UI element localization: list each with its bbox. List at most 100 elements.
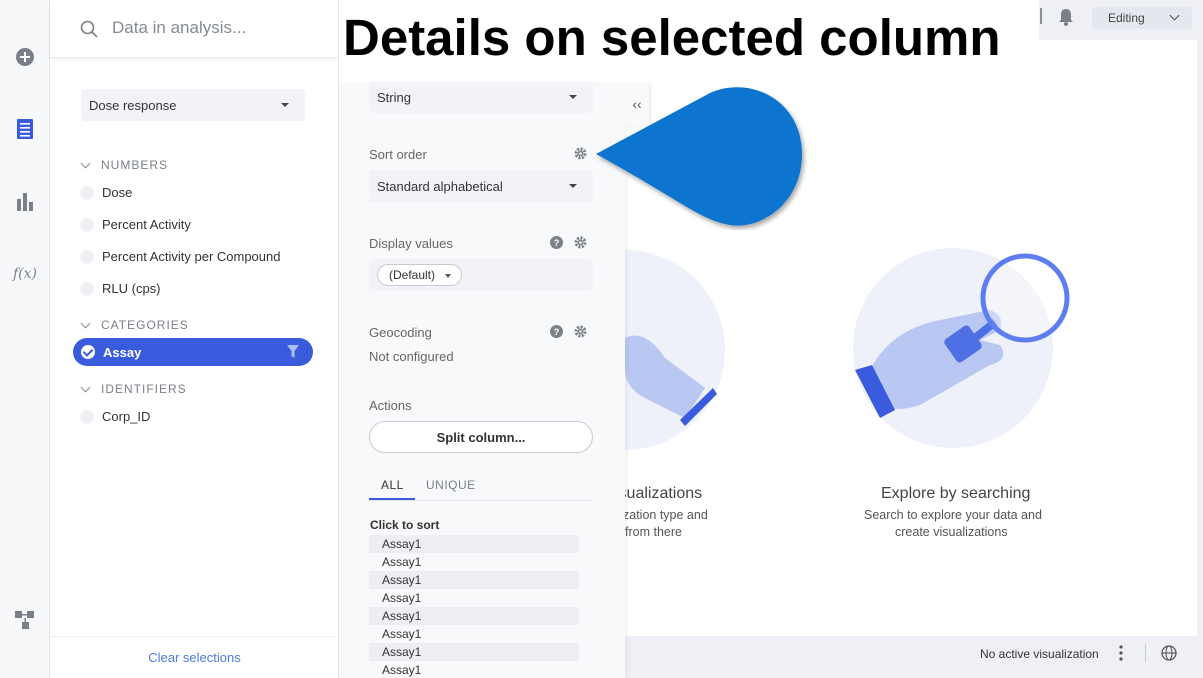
visualizations-icon[interactable] [12,188,38,214]
data-table-select-label: Dose response [89,97,177,113]
section-header: CATEGORIES [101,318,189,332]
callout-pointer [596,87,802,226]
card-text: from there [625,525,682,539]
active-tab-indicator [369,498,415,500]
section-categories[interactable]: CATEGORIES [80,318,189,332]
list-item: Assay1 [369,571,579,589]
check-icon [81,345,95,359]
data-panel: Dose response NUMBERS Dose Percent Activ… [50,0,339,678]
values-list: Assay1 Assay1 Assay1 Assay1 Assay1 Assay… [369,535,579,678]
actions-label: Actions [369,398,412,413]
section-header: NUMBERS [101,158,169,172]
sort-order-label: Sort order [369,147,427,162]
search-hand-illustration [855,253,1070,418]
data-table-select[interactable]: Dose response [81,89,305,121]
globe-icon[interactable] [1161,645,1177,666]
column-item-selected[interactable]: Assay [73,338,313,366]
mode-dropdown[interactable]: Editing [1092,7,1192,29]
search-icon[interactable] [80,20,98,43]
data-type-label: String [377,89,411,105]
column-label: Assay [103,344,142,360]
data-panel-icon[interactable] [12,116,38,142]
column-item[interactable]: Corp_ID [80,409,150,424]
divider [1145,644,1146,662]
column-item[interactable]: Percent Activity per Compound [80,249,280,264]
search-input[interactable] [112,18,332,38]
chevron-down-icon [445,274,452,278]
column-label: Percent Activity [102,217,191,232]
card-text: Search to explore your data and [864,508,1042,522]
list-item: Assay1 [382,663,422,677]
radio-icon [80,217,94,232]
filter-icon[interactable] [287,345,299,361]
function-icon[interactable]: f(x) [12,260,38,286]
more-vertical-icon[interactable] [1119,645,1123,666]
column-item[interactable]: Percent Activity [80,217,191,232]
gear-icon[interactable] [574,236,587,249]
radio-icon [80,185,94,200]
svg-text:f(x): f(x) [12,266,37,282]
chevron-down-icon [569,95,577,99]
notification-bell-icon[interactable] [1058,8,1074,31]
column-label: Corp_ID [102,409,151,424]
help-icon[interactable]: ? [550,236,563,249]
list-item: Assay1 [382,555,422,569]
icon-rail: f(x) [0,0,50,678]
section-header: IDENTIFIERS [101,382,187,396]
list-item: Assay1 [369,643,579,661]
chevron-down-icon [1169,10,1180,21]
section-numbers[interactable]: NUMBERS [80,158,169,172]
chevron-down-icon [80,318,91,328]
column-label: RLU (cps) [102,281,161,296]
overlay-title: Details on selected column [343,9,1001,66]
clear-selections-button[interactable]: Clear selections [148,650,241,665]
display-values-box: (Default) [369,259,593,291]
column-item[interactable]: RLU (cps) [80,281,161,296]
display-values-chip[interactable]: (Default) [377,264,463,286]
overlay-title-box: Details on selected column [339,0,1039,82]
data-type-select[interactable]: String [369,81,593,113]
card-title: isualizations [615,485,703,502]
display-values-label: Display values [369,236,453,251]
card-text: zation type and [623,508,708,522]
list-item: Assay1 [382,591,422,605]
mode-label: Editing [1108,11,1145,25]
geocoding-value: Not configured [369,349,454,364]
chevron-down-icon [80,158,91,168]
radio-icon [80,249,94,264]
click-to-sort-header[interactable]: Click to sort [370,518,439,532]
display-values-value: (Default) [389,268,436,282]
radio-icon [80,409,94,424]
divider [1040,8,1042,24]
column-item[interactable]: Dose [80,185,132,200]
search-bar [50,0,339,58]
chevron-down-icon [80,382,91,392]
list-item: Assay1 [369,607,579,625]
gear-icon[interactable] [574,147,587,160]
pointing-hand-illustration [625,335,717,426]
help-icon[interactable]: ? [550,325,563,338]
section-identifiers[interactable]: IDENTIFIERS [80,382,187,396]
column-details-panel: String Sort order Standard alphabetical … [339,0,625,678]
list-item: Assay1 [369,535,579,553]
divider [369,500,593,501]
card-text: create visualizations [895,525,1008,539]
tab-unique[interactable]: UNIQUE [426,478,476,492]
column-label: Percent Activity per Compound [102,249,281,264]
radio-icon [80,281,94,296]
tab-all[interactable]: ALL [381,478,404,492]
geocoding-label: Geocoding [369,325,432,340]
chevron-down-icon [281,103,289,107]
sort-order-select[interactable]: Standard alphabetical [369,170,593,202]
card-title: Explore by searching [881,485,1031,502]
status-text: No active visualization [980,647,1099,661]
clear-bar: Clear selections [50,636,339,678]
column-label: Dose [102,185,133,200]
chevron-down-icon [569,184,577,188]
status-bar [625,636,1197,672]
sort-order-value: Standard alphabetical [377,178,503,194]
add-icon[interactable] [12,44,38,70]
data-canvas-icon[interactable] [12,607,38,633]
gear-icon[interactable] [574,325,587,338]
split-column-button[interactable]: Split column... [369,421,593,453]
